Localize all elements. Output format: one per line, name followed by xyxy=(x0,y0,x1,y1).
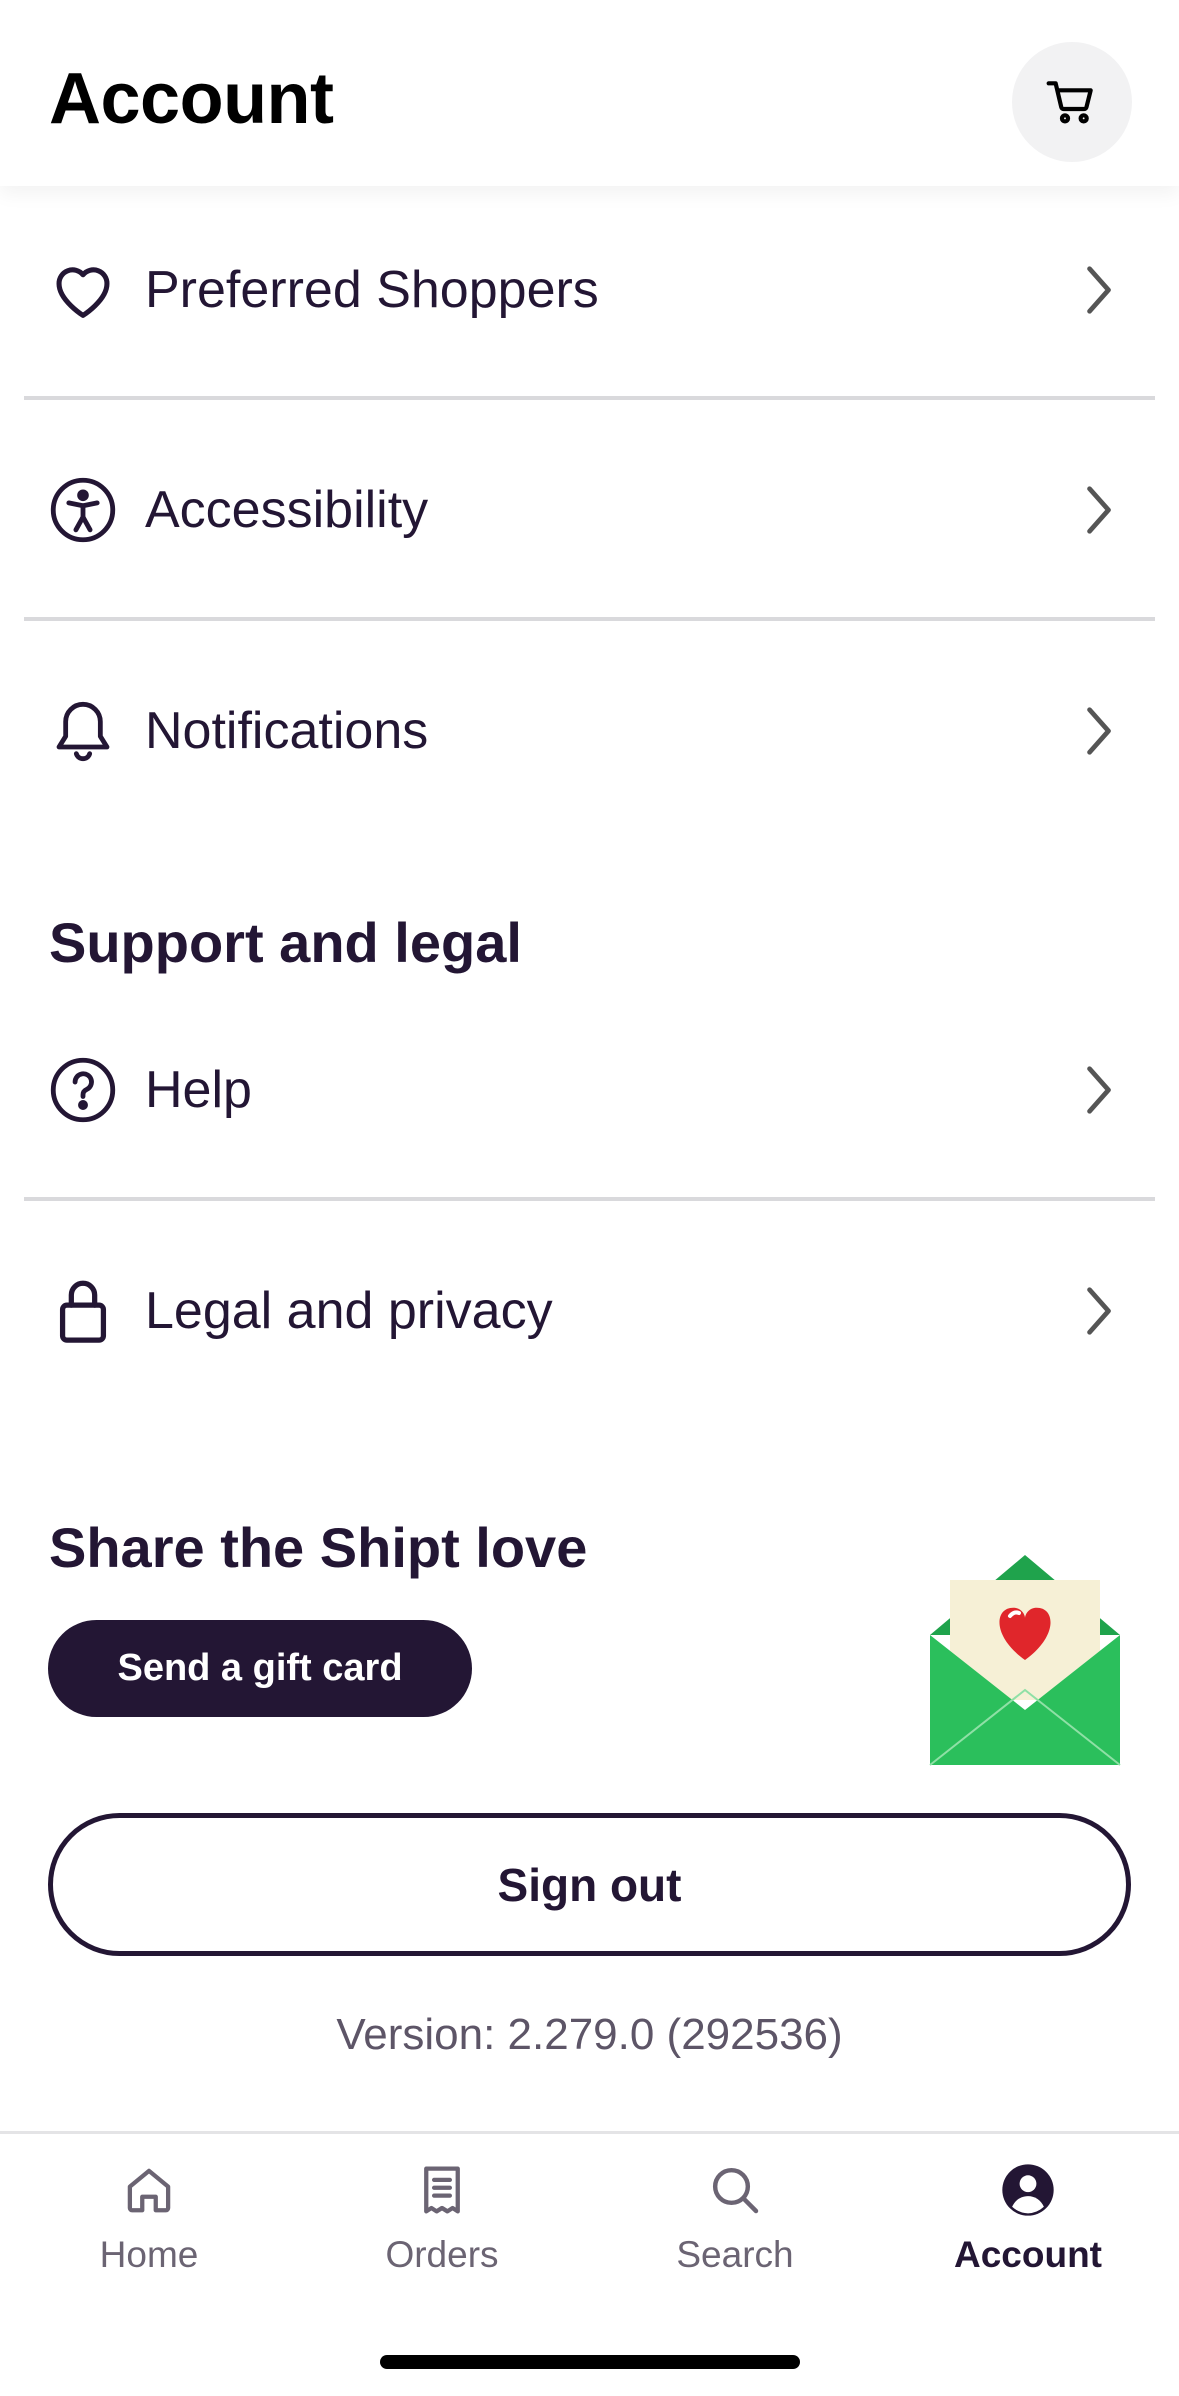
account-icon xyxy=(998,2160,1058,2220)
heart-icon xyxy=(48,255,118,325)
chevron-right-icon xyxy=(1079,260,1119,320)
tab-label: Home xyxy=(99,2234,199,2275)
app-version: Version: 2.279.0 (292536) xyxy=(336,2010,843,2059)
cart-button[interactable] xyxy=(1012,42,1132,162)
section-title-support: Support and legal xyxy=(49,911,522,974)
chevron-right-icon xyxy=(1079,480,1119,540)
menu-item-label: Help xyxy=(145,1061,252,1119)
page-title: Account xyxy=(49,59,334,139)
cart-icon xyxy=(1046,81,1093,124)
tab-account[interactable]: Account xyxy=(908,2160,1148,2300)
menu-item-help[interactable]: Help xyxy=(24,980,1155,1200)
chevron-right-icon xyxy=(1079,1060,1119,1120)
home-icon xyxy=(119,2160,179,2220)
tab-label: Orders xyxy=(385,2234,499,2275)
tab-search[interactable]: Search xyxy=(615,2160,855,2300)
lock-icon xyxy=(48,1276,118,1346)
envelope-heart-icon xyxy=(920,1550,1130,1770)
receipt-icon xyxy=(412,2160,472,2220)
menu-item-preferred-shoppers[interactable]: Preferred Shoppers xyxy=(24,180,1155,400)
menu-item-label: Preferred Shoppers xyxy=(145,261,599,319)
search-icon xyxy=(705,2160,765,2220)
menu-item-label: Notifications xyxy=(145,702,429,760)
section-title-share: Share the Shipt love xyxy=(49,1516,588,1579)
tab-label: Search xyxy=(676,2234,794,2275)
send-gift-card-button[interactable]: Send a gift card xyxy=(48,1620,472,1717)
menu-item-notifications[interactable]: Notifications xyxy=(24,621,1155,841)
menu-item-label: Legal and privacy xyxy=(145,1282,553,1340)
bell-icon xyxy=(48,696,118,766)
app-header: Account xyxy=(0,0,1179,186)
sign-out-button[interactable]: Sign out xyxy=(48,1813,1131,1956)
chevron-right-icon xyxy=(1079,1281,1119,1341)
chevron-right-icon xyxy=(1079,701,1119,761)
tab-orders[interactable]: Orders xyxy=(322,2160,562,2300)
accessibility-icon xyxy=(48,475,118,545)
menu-item-legal-privacy[interactable]: Legal and privacy xyxy=(24,1201,1155,1421)
menu-item-label: Accessibility xyxy=(145,481,429,539)
tab-label: Account xyxy=(954,2234,1102,2275)
help-icon xyxy=(48,1055,118,1125)
home-indicator xyxy=(380,2355,800,2369)
tab-home[interactable]: Home xyxy=(29,2160,269,2300)
menu-item-accessibility[interactable]: Accessibility xyxy=(24,400,1155,620)
